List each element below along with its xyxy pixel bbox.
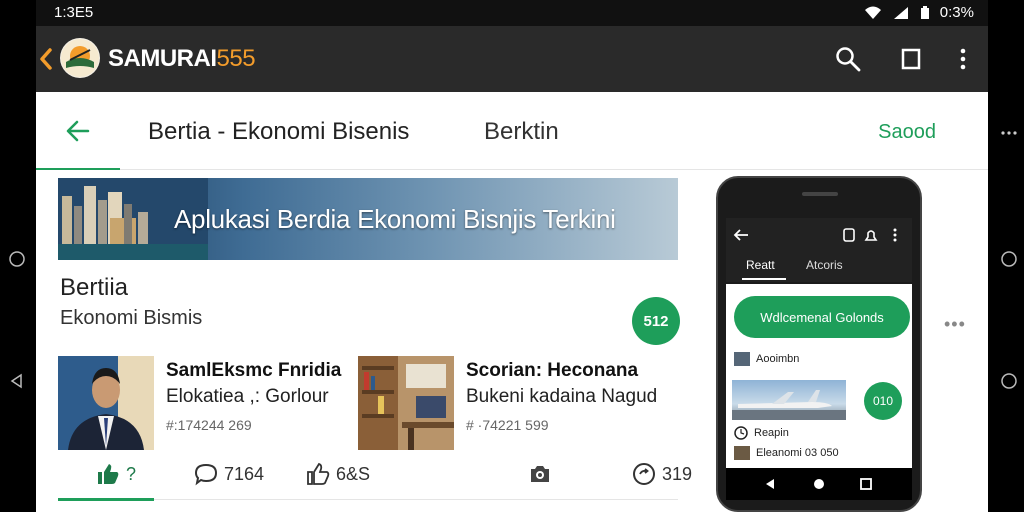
battery-level: 0:3% bbox=[939, 4, 974, 21]
phone-row-label: Aooimbn bbox=[756, 353, 800, 365]
like-count: 6&S bbox=[336, 463, 371, 484]
person-photo bbox=[58, 356, 154, 450]
phone-row[interactable]: Aooimbn bbox=[734, 352, 799, 366]
brand-number: 555 bbox=[216, 45, 256, 72]
comment-count: 7164 bbox=[224, 463, 265, 484]
card-title: Scorian: Heconana bbox=[466, 360, 639, 381]
action-bar: ? 7164 6&S 319 bbox=[58, 456, 692, 501]
camera-icon bbox=[531, 466, 549, 482]
hero-banner[interactable]: Aplukasi Berdia Ekonomi Bisnjis Terkini bbox=[58, 178, 678, 260]
phone-row-label: Reapin bbox=[754, 427, 789, 439]
app-bar: SAMURAI555 bbox=[36, 26, 988, 92]
circle-left-icon[interactable] bbox=[8, 250, 26, 268]
card-title: SamlEksmc Fnridia bbox=[166, 360, 342, 381]
comment-action[interactable]: 7164 bbox=[194, 462, 264, 486]
news-card[interactable]: SamlEksmc Fnridia Elokatiea ,: Gorlour #… bbox=[58, 356, 358, 452]
phone-row[interactable]: Eleanomi 03 050 bbox=[734, 446, 839, 460]
brand-name: SAMURAI555 bbox=[108, 45, 256, 73]
send-link[interactable]: Saood bbox=[878, 121, 936, 144]
phone-row-label: Eleanomi 03 050 bbox=[756, 447, 839, 459]
phone-clock-icon bbox=[734, 426, 748, 440]
phone-nav-home-icon[interactable] bbox=[813, 478, 825, 490]
screen: 1:3E5 0:3% SAMURAI555 Bertia - Ekonomi B… bbox=[0, 0, 1024, 512]
section-title: Bertiia bbox=[60, 274, 129, 301]
brand-text: SAMURAI bbox=[108, 45, 217, 72]
thumbs-up-action[interactable]: ? bbox=[96, 462, 136, 486]
share-count: 319 bbox=[662, 463, 693, 484]
card-meta: # ·74221 599 bbox=[466, 417, 549, 433]
camera-action[interactable] bbox=[528, 462, 552, 486]
phone-badge[interactable]: 010 bbox=[864, 382, 902, 420]
more-horiz-right-icon[interactable] bbox=[1000, 124, 1018, 142]
page-title: Bertia - Ekonomi Bisenis bbox=[148, 118, 410, 145]
share-action[interactable]: 319 bbox=[632, 462, 692, 486]
circle-right-lower-icon[interactable] bbox=[1000, 372, 1018, 390]
thumbs-up-count: ? bbox=[126, 463, 137, 484]
phone-thumb-icon bbox=[734, 446, 750, 460]
thumbs-up-icon bbox=[98, 464, 119, 484]
banner-headline: Aplukasi Berdia Ekonomi Bisnjis Terkini bbox=[174, 204, 616, 234]
arrow-back-icon[interactable] bbox=[64, 118, 92, 144]
brand-logo bbox=[60, 38, 100, 78]
phone-nav-bar bbox=[726, 468, 912, 500]
battery-icon bbox=[920, 5, 929, 19]
news-card[interactable]: Scorian: Heconana Bukeni kadaina Nagud #… bbox=[358, 356, 658, 452]
phone-thumb-icon bbox=[734, 352, 750, 366]
phone-mockup: Reatt Atcoris Wdlcemenal Golonds Aooimbn bbox=[716, 176, 922, 512]
phone-back-icon[interactable] bbox=[732, 226, 750, 244]
card-subtitle: Bukeni kadaina Nagud bbox=[466, 386, 658, 407]
count-badge[interactable]: 512 bbox=[632, 297, 680, 345]
more-horiz-icon[interactable]: ••• bbox=[944, 314, 966, 335]
phone-nav-recent-icon[interactable] bbox=[860, 478, 872, 490]
comment-icon bbox=[194, 463, 218, 486]
phone-screen: Wdlcemenal Golonds Aooimbn 010 Reapin El… bbox=[726, 284, 912, 468]
more-vert-icon[interactable] bbox=[949, 45, 977, 73]
triangle-left-icon[interactable] bbox=[8, 372, 26, 390]
phone-row[interactable]: Reapin bbox=[734, 426, 789, 440]
status-bar: 1:3E5 0:3% bbox=[36, 0, 988, 26]
circle-right-icon[interactable] bbox=[1000, 250, 1018, 268]
phone-tab-other[interactable]: Atcoris bbox=[806, 258, 843, 272]
card-subtitle: Elokatiea ,: Gorlour bbox=[166, 386, 329, 407]
phone-nav-back-icon[interactable] bbox=[764, 478, 776, 490]
back-chevron-icon[interactable] bbox=[36, 44, 58, 74]
phone-welcome-button[interactable]: Wdlcemenal Golonds bbox=[734, 296, 910, 338]
status-time: 1:3E5 bbox=[54, 4, 94, 21]
phone-app-bar: Reatt Atcoris bbox=[726, 218, 912, 282]
main-content: Bertia - Ekonomi Bisenis Berktin Saood A… bbox=[36, 92, 988, 512]
office-photo bbox=[358, 356, 454, 450]
phone-more-icon[interactable] bbox=[886, 226, 904, 244]
phone-tab-indicator bbox=[742, 278, 786, 280]
like-icon bbox=[307, 462, 330, 485]
action-indicator bbox=[58, 498, 154, 501]
phone-tab-active[interactable]: Reatt bbox=[746, 258, 775, 272]
airplane-photo bbox=[732, 380, 846, 420]
search-icon[interactable] bbox=[834, 45, 862, 73]
signal-icon bbox=[893, 6, 908, 19]
top-nav: Bertia - Ekonomi Bisenis Berktin Saood bbox=[36, 92, 988, 170]
phone-speaker bbox=[802, 192, 838, 196]
share-icon bbox=[633, 463, 655, 485]
wifi-icon bbox=[864, 6, 881, 19]
section-subtitle: Ekonomi Bismis bbox=[60, 307, 203, 329]
square-icon[interactable] bbox=[897, 45, 925, 73]
phone-doc-icon[interactable] bbox=[840, 226, 858, 244]
tab-berktin[interactable]: Berktin bbox=[484, 118, 559, 146]
card-meta: #:174244 269 bbox=[166, 417, 252, 433]
like-action[interactable]: 6&S bbox=[306, 462, 370, 486]
phone-bell-icon[interactable] bbox=[862, 226, 880, 244]
nav-indicator bbox=[36, 168, 120, 170]
